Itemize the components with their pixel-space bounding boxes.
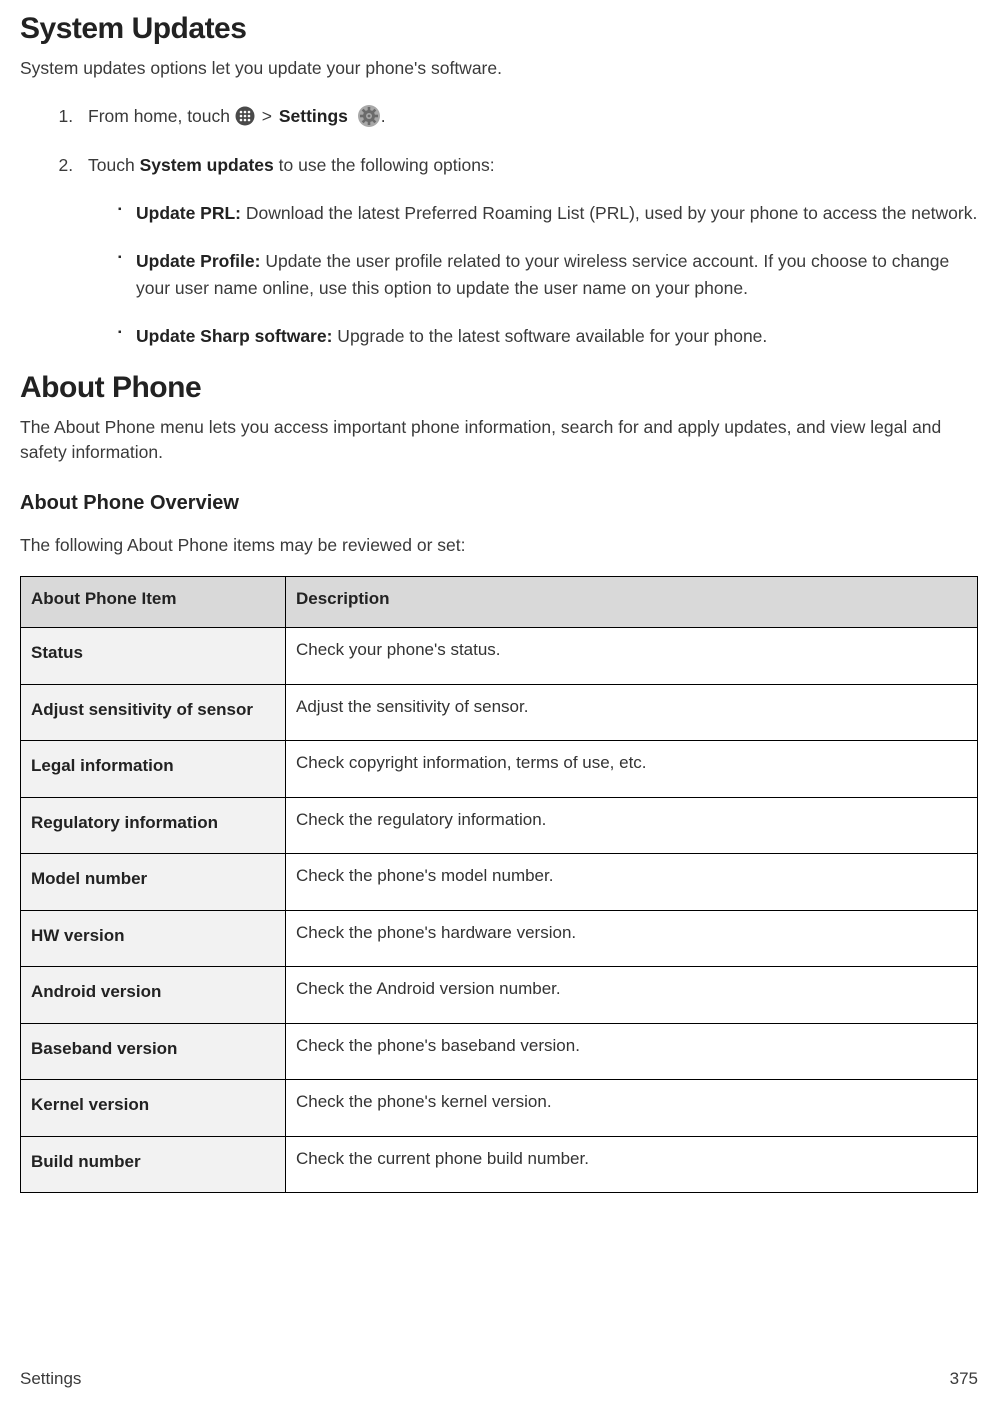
row-desc: Check the regulatory information. <box>286 797 978 854</box>
heading-about-phone: About Phone <box>20 371 978 405</box>
sub-intro-overview: The following About Phone items may be r… <box>20 533 978 558</box>
bullet-update-prl: Update PRL: Download the latest Preferre… <box>118 200 978 226</box>
bullet-update-sharp: Update Sharp software: Upgrade to the la… <box>118 323 978 349</box>
settings-gear-icon <box>357 104 381 128</box>
row-desc: Check the phone's model number. <box>286 854 978 911</box>
footer-page-number: 375 <box>950 1369 978 1389</box>
bullet-label: Update Sharp software: <box>136 326 332 346</box>
row-item: Android version <box>21 967 286 1024</box>
table-row: Adjust sensitivity of sensorAdjust the s… <box>21 684 978 741</box>
table-row: Build numberCheck the current phone buil… <box>21 1136 978 1193</box>
row-item: Adjust sensitivity of sensor <box>21 684 286 741</box>
row-item: Build number <box>21 1136 286 1193</box>
intro-system-updates: System updates options let you update yo… <box>20 56 978 81</box>
row-desc: Adjust the sensitivity of sensor. <box>286 684 978 741</box>
step-1-text-post: . <box>381 106 386 126</box>
bullet-text: Download the latest Preferred Roaming Li… <box>241 203 977 223</box>
bullet-update-profile: Update Profile: Update the user profile … <box>118 248 978 301</box>
step-1-settings-label: Settings <box>279 106 348 126</box>
bullet-label: Update Profile: <box>136 251 260 271</box>
row-item: Status <box>21 628 286 685</box>
table-row: HW versionCheck the phone's hardware ver… <box>21 910 978 967</box>
heading-system-updates: System Updates <box>20 12 978 46</box>
step-2-text-post: to use the following options: <box>274 155 495 175</box>
table-header-item: About Phone Item <box>21 577 286 628</box>
table-row: Baseband versionCheck the phone's baseba… <box>21 1023 978 1080</box>
intro-about-phone: The About Phone menu lets you access imp… <box>20 415 978 466</box>
row-desc: Check your phone's status. <box>286 628 978 685</box>
table-header-desc: Description <box>286 577 978 628</box>
row-item: HW version <box>21 910 286 967</box>
row-item: Kernel version <box>21 1080 286 1137</box>
table-row: StatusCheck your phone's status. <box>21 628 978 685</box>
row-desc: Check the current phone build number. <box>286 1136 978 1193</box>
table-row: Kernel versionCheck the phone's kernel v… <box>21 1080 978 1137</box>
row-desc: Check the phone's baseband version. <box>286 1023 978 1080</box>
step-1: From home, touch > Settings <box>78 103 978 129</box>
row-item: Model number <box>21 854 286 911</box>
row-item: Regulatory information <box>21 797 286 854</box>
row-desc: Check the Android version number. <box>286 967 978 1024</box>
row-item: Legal information <box>21 741 286 798</box>
step-2: Touch System updates to use the followin… <box>78 152 978 349</box>
step-1-text-pre: From home, touch <box>88 106 235 126</box>
table-row: Legal informationCheck copyright informa… <box>21 741 978 798</box>
footer-section: Settings <box>20 1369 81 1389</box>
table-row: Model numberCheck the phone's model numb… <box>21 854 978 911</box>
row-desc: Check the phone's hardware version. <box>286 910 978 967</box>
row-desc: Check the phone's kernel version. <box>286 1080 978 1137</box>
about-phone-table: About Phone Item Description StatusCheck… <box>20 576 978 1193</box>
apps-icon <box>235 106 255 126</box>
sub-heading-overview: About Phone Overview <box>20 492 978 515</box>
step-2-text-pre: Touch <box>88 155 140 175</box>
bullet-text: Upgrade to the latest software available… <box>332 326 767 346</box>
row-item: Baseband version <box>21 1023 286 1080</box>
step-2-bold: System updates <box>140 155 274 175</box>
table-row: Regulatory informationCheck the regulato… <box>21 797 978 854</box>
bullet-label: Update PRL: <box>136 203 241 223</box>
breadcrumb-separator: > <box>262 106 277 126</box>
table-row: Android versionCheck the Android version… <box>21 967 978 1024</box>
row-desc: Check copyright information, terms of us… <box>286 741 978 798</box>
